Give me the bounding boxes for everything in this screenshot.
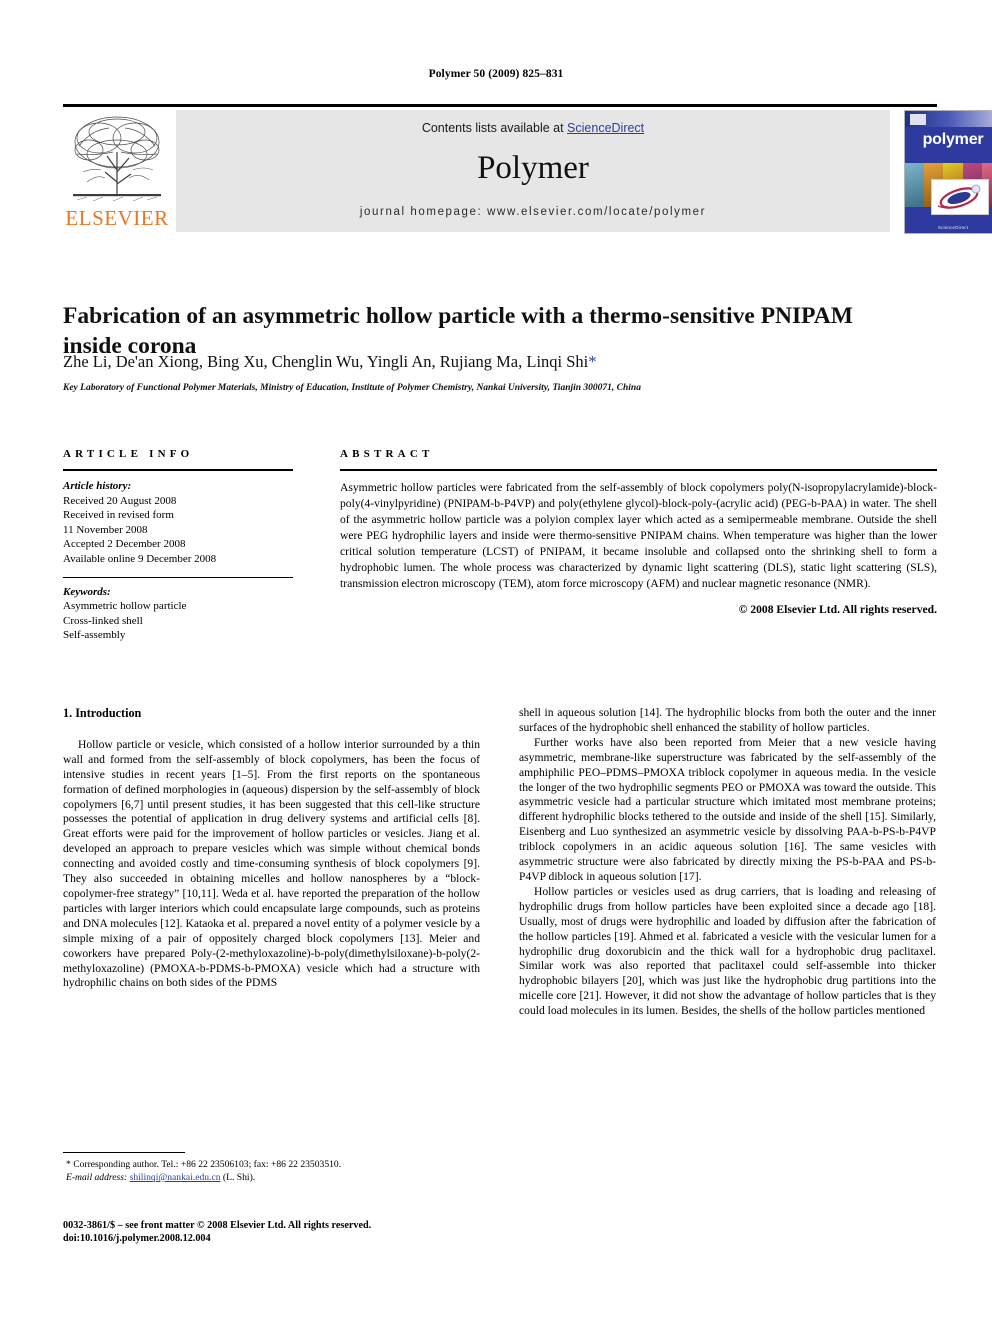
article-info-rule bbox=[63, 469, 293, 471]
body-column-left: 1. Introduction Hollow particle or vesic… bbox=[63, 706, 480, 991]
keyword-item: Self-assembly bbox=[63, 629, 126, 642]
doi-line: doi:10.1016/j.polymer.2008.12.004 bbox=[63, 1233, 211, 1245]
elsevier-wordmark: ELSEVIER bbox=[65, 206, 169, 230]
paper-page: Polymer 50 (2009) 825–831 ELSEVIER Conte… bbox=[0, 0, 992, 1323]
section-heading-introduction: 1. Introduction bbox=[63, 706, 142, 720]
paragraph: Hollow particle or vesicle, which consis… bbox=[63, 737, 480, 990]
cover-title-text: polymer bbox=[922, 131, 984, 148]
email-label: E-mail address: bbox=[66, 1172, 128, 1183]
author-list: Zhe Li, De'an Xiong, Bing Xu, Chenglin W… bbox=[63, 352, 883, 372]
keywords-label: Keywords: bbox=[63, 585, 111, 598]
keywords-block: Keywords: Asymmetric hollow particle Cro… bbox=[63, 585, 293, 643]
contents-line: Contents lists available at ScienceDirec… bbox=[176, 121, 890, 135]
contents-prefix: Contents lists available at bbox=[421, 121, 568, 135]
sciencedirect-panel: Contents lists available at ScienceDirec… bbox=[176, 110, 890, 232]
article-history: Article history: Received 20 August 2008… bbox=[63, 479, 293, 567]
corresponding-author-marker: * bbox=[588, 352, 597, 371]
history-item: 11 November 2008 bbox=[63, 523, 148, 536]
keyword-item: Cross-linked shell bbox=[63, 614, 143, 627]
sciencedirect-link[interactable]: ScienceDirect bbox=[567, 121, 644, 135]
journal-masthead: ELSEVIER Contents lists available at Sci… bbox=[63, 104, 992, 234]
corresponding-author-note: * Corresponding author. Tel.: +86 22 235… bbox=[66, 1159, 342, 1170]
running-head: Polymer 50 (2009) 825–831 bbox=[428, 68, 564, 80]
abstract-heading: ABSTRACT bbox=[340, 448, 434, 460]
paragraph: shell in aqueous solution [14]. The hydr… bbox=[519, 706, 936, 734]
email-suffix: (L. Shi). bbox=[222, 1172, 256, 1183]
article-history-label: Article history: bbox=[63, 480, 132, 492]
issn-line: 0032-3861/$ – see front matter © 2008 El… bbox=[63, 1220, 372, 1231]
elsevier-tree-icon bbox=[69, 112, 165, 204]
abstract-block: ABSTRACT Asymmetric hollow particles wer… bbox=[340, 448, 937, 616]
abstract-rule bbox=[340, 469, 937, 471]
history-item: Received 20 August 2008 bbox=[63, 494, 177, 507]
history-item: Received in revised form bbox=[63, 509, 174, 522]
article-info-block: ARTICLE INFO Article history: Received 2… bbox=[63, 448, 293, 643]
cover-elsevier-mark bbox=[910, 114, 926, 125]
imprint-block: 0032-3861/$ – see front matter © 2008 El… bbox=[63, 1219, 503, 1246]
history-item: Available online 9 December 2008 bbox=[63, 552, 217, 565]
author-names: Zhe Li, De'an Xiong, Bing Xu, Chenglin W… bbox=[63, 352, 589, 371]
journal-title: Polymer bbox=[477, 150, 589, 186]
cover-footer-text: ScienceDirect bbox=[937, 225, 969, 230]
article-info-heading: ARTICLE INFO bbox=[63, 448, 194, 460]
cover-inset-figure bbox=[931, 179, 989, 215]
abstract-copyright: © 2008 Elsevier Ltd. All rights reserved… bbox=[738, 603, 937, 616]
abstract-text: Asymmetric hollow particles were fabrica… bbox=[340, 481, 937, 590]
body-column-right: shell in aqueous solution [14]. The hydr… bbox=[519, 706, 936, 1019]
paragraph: Hollow particles or vesicles used as dru… bbox=[519, 884, 936, 1018]
paragraph: Further works have also been reported fr… bbox=[519, 735, 936, 883]
footnote-rule bbox=[63, 1152, 185, 1153]
email-link[interactable]: shilinqi@nankai.edu.cn bbox=[130, 1172, 221, 1183]
keywords-rule bbox=[63, 576, 293, 578]
journal-homepage-line[interactable]: journal homepage: www.elsevier.com/locat… bbox=[176, 206, 890, 218]
history-item: Accepted 2 December 2008 bbox=[63, 538, 186, 551]
elsevier-logo: ELSEVIER bbox=[65, 110, 169, 232]
footnote-block: * Corresponding author. Tel.: +86 22 235… bbox=[63, 1152, 480, 1184]
affiliation: Key Laboratory of Functional Polymer Mat… bbox=[63, 383, 641, 393]
keyword-item: Asymmetric hollow particle bbox=[63, 600, 187, 613]
journal-cover-image: polymer ScienceDirect bbox=[904, 110, 992, 234]
email-note: E-mail address: shilinqi@nankai.edu.cn (… bbox=[63, 1171, 480, 1184]
masthead-top-rule bbox=[63, 104, 937, 107]
